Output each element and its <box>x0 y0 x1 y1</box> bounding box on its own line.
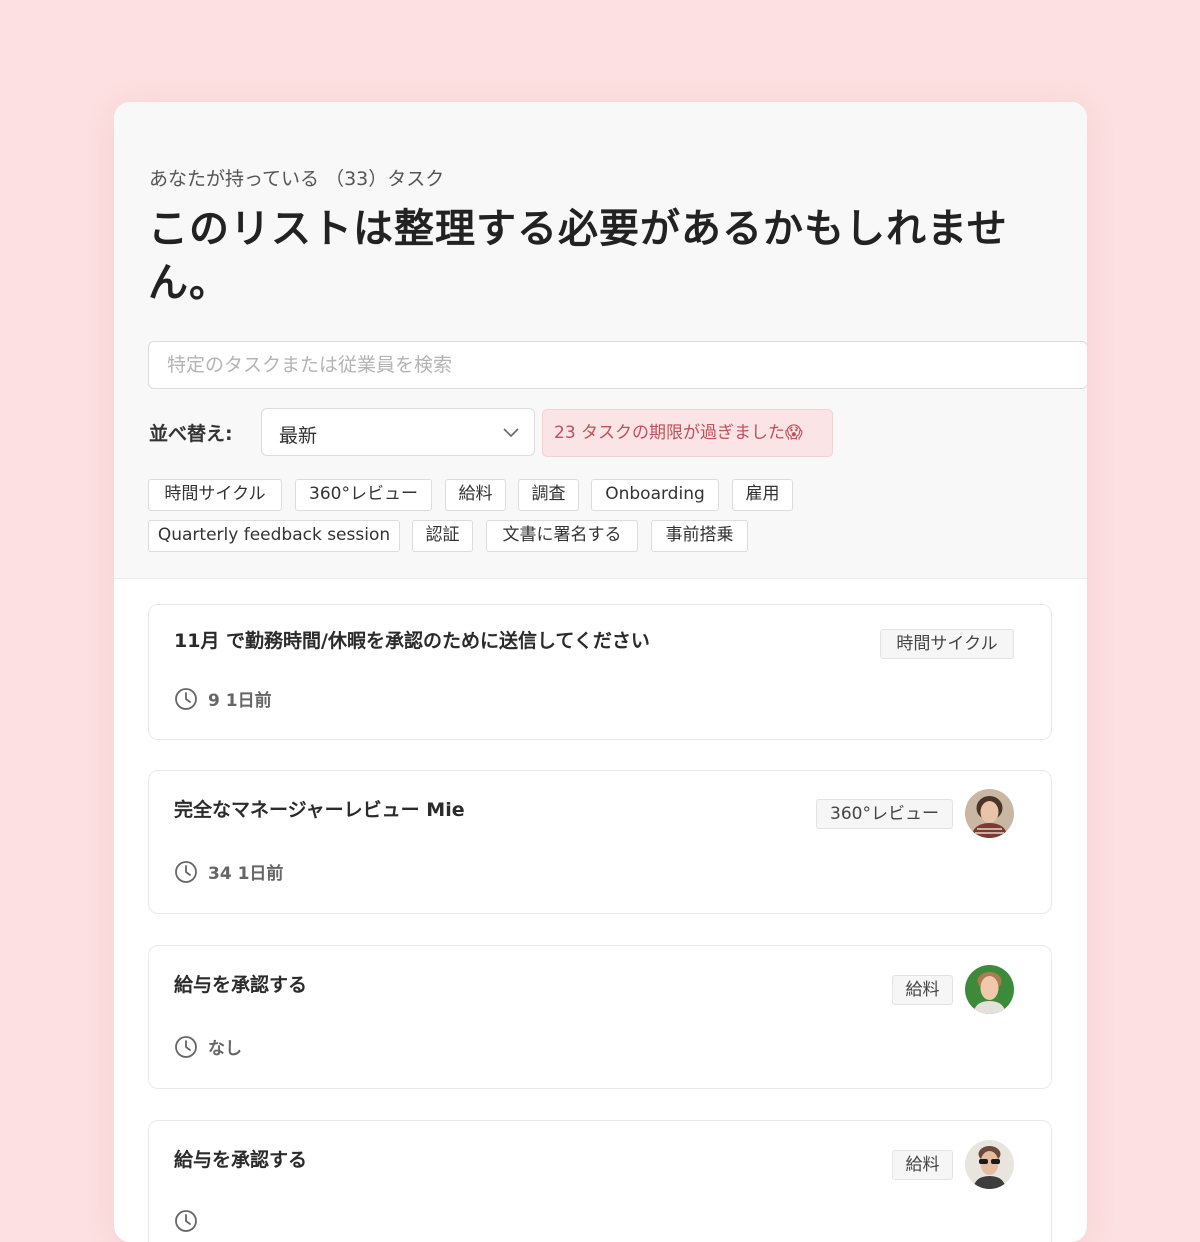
page-title: このリストは整理する必要があるかもしれません。 <box>148 206 1008 306</box>
task-card[interactable]: 給与を承認する 給料 <box>148 1120 1052 1242</box>
assignee-avatar <box>965 965 1014 1014</box>
task-tag: 360°レビュー <box>816 799 953 829</box>
task-title: 給与を承認する <box>174 1149 308 1171</box>
task-due: なし <box>174 1034 242 1059</box>
task-due: 9 1日前 <box>174 686 272 711</box>
filter-tag-onboarding[interactable]: Onboarding <box>591 479 719 511</box>
assignee-avatar <box>965 1140 1014 1189</box>
filter-tag-time-cycle[interactable]: 時間サイクル <box>148 479 282 511</box>
filter-tag-preboarding[interactable]: 事前搭乗 <box>651 520 748 552</box>
task-tag: 時間サイクル <box>880 629 1014 659</box>
clock-icon <box>175 1210 197 1232</box>
search-input[interactable] <box>148 341 1087 389</box>
filter-tag-survey[interactable]: 調査 <box>518 479 579 511</box>
task-title: 完全なマネージャーレビュー Mie <box>174 799 465 821</box>
task-tag: 給料 <box>892 975 953 1005</box>
filter-tag-certification[interactable]: 認証 <box>412 520 473 552</box>
panel-header: あなたが持っている （33）タスク このリストは整理する必要があるかもしれません… <box>114 102 1087 579</box>
task-due-text: なし <box>208 1039 242 1059</box>
task-card[interactable]: 完全なマネージャーレビュー Mie 360°レビュー 34 1日前 <box>148 770 1052 914</box>
task-due-text: 9 1日前 <box>208 691 272 711</box>
sort-selected-value: 最新 <box>279 425 318 447</box>
chevron-down-icon <box>503 428 519 438</box>
filter-tag-quarterly-feedback[interactable]: Quarterly feedback session <box>148 520 400 552</box>
filter-tag-hiring[interactable]: 雇用 <box>732 479 793 511</box>
clock-icon <box>175 860 197 883</box>
task-due <box>174 1209 208 1233</box>
task-title: 11月 で勤務時間/休暇を承認のために送信してください <box>174 630 650 652</box>
filter-tag-360-review[interactable]: 360°レビュー <box>295 479 432 511</box>
assignee-avatar <box>965 789 1014 838</box>
filter-tag-salary[interactable]: 給料 <box>445 479 506 511</box>
sort-label: 並べ替え: <box>149 423 233 445</box>
task-card[interactable]: 11月 で勤務時間/休暇を承認のために送信してください 時間サイクル 9 1日前 <box>148 604 1052 740</box>
clock-icon <box>175 1035 197 1058</box>
clock-icon <box>175 687 197 710</box>
task-due-text: 34 1日前 <box>208 864 284 884</box>
task-count-subtitle: あなたが持っている （33）タスク <box>149 168 445 190</box>
task-card[interactable]: 給与を承認する 給料 なし <box>148 945 1052 1089</box>
task-due: 34 1日前 <box>174 859 283 884</box>
sort-select[interactable]: 最新 <box>261 408 535 456</box>
task-tag: 給料 <box>892 1150 953 1180</box>
overdue-badge: 23 タスクの期限が過ぎました😱 <box>542 409 833 457</box>
task-panel: あなたが持っている （33）タスク このリストは整理する必要があるかもしれません… <box>114 102 1087 1242</box>
filter-tag-sign-document[interactable]: 文書に署名する <box>486 520 638 552</box>
task-title: 給与を承認する <box>174 974 308 996</box>
